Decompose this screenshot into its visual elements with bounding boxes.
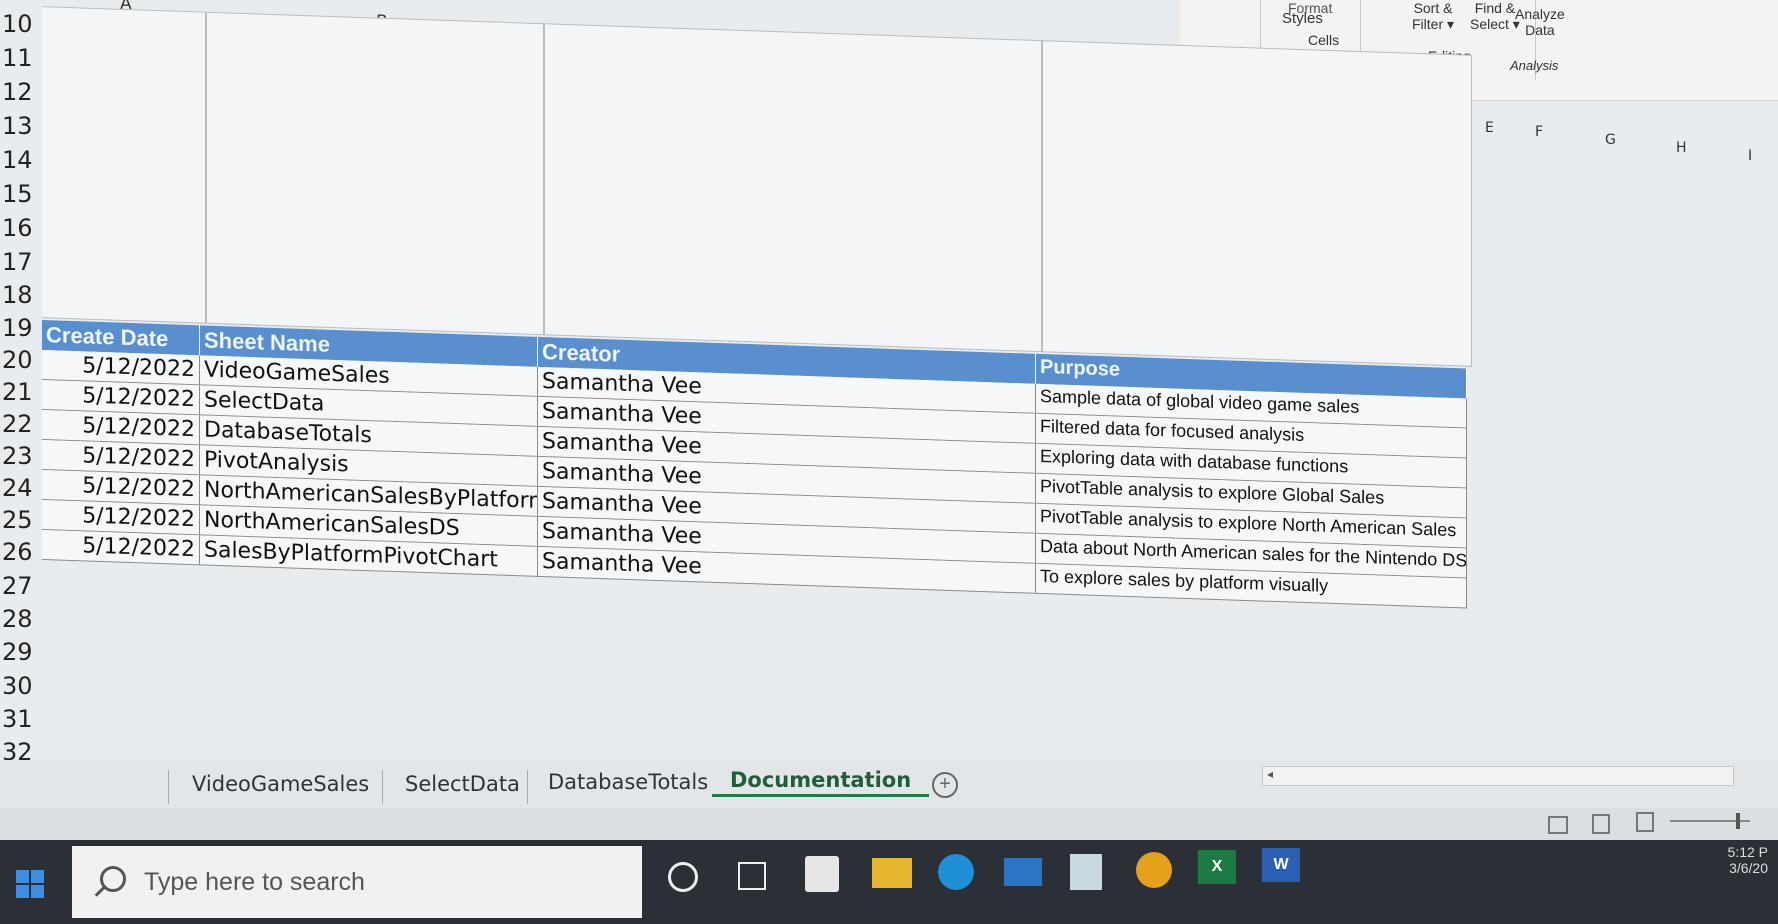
search-icon-handle [94,886,106,897]
chrome-icon[interactable] [1136,852,1172,888]
page-layout-view-icon[interactable] [1592,814,1610,834]
sheet-tab-bar: VideoGameSales SelectData DatabaseTotals… [0,760,1778,808]
column-header-i[interactable]: I [1748,148,1752,164]
row-header[interactable]: 25 [2,506,33,534]
tab-documentation[interactable]: Documentation [712,768,930,797]
row-header[interactable]: 30 [2,672,33,700]
grid-col-a[interactable] [38,6,206,324]
analyze-label: Analyze [1515,6,1565,22]
zoom-slider[interactable] [1670,813,1750,829]
row-header[interactable]: 23 [2,442,33,470]
column-header-e[interactable]: E [1485,120,1494,136]
data-label: Data [1525,22,1555,38]
row-header[interactable]: 31 [2,705,33,733]
sort-filter-button[interactable]: Sort & Filter ▾ [1412,0,1454,33]
add-sheet-icon[interactable]: + [932,772,958,798]
row-header[interactable]: 27 [2,572,33,600]
word-icon[interactable]: W [1262,848,1300,882]
cell-create-date[interactable]: 5/12/2022 [42,470,200,505]
row-header[interactable]: 12 [2,78,33,106]
row-header[interactable]: 10 [2,10,33,38]
format-button[interactable]: Format [1288,0,1332,16]
task-view-icon[interactable] [738,862,766,890]
app-icon[interactable] [1070,854,1102,890]
store-icon[interactable] [805,856,839,892]
excel-icon[interactable]: X [1198,850,1236,884]
grid-col-c[interactable] [544,23,1042,353]
windows-start-icon[interactable] [16,870,46,900]
column-header-f[interactable]: F [1535,124,1543,140]
filter-label: Filter [1412,16,1444,32]
horizontal-scrollbar[interactable]: ◂ [1262,766,1734,786]
column-header-h[interactable]: H [1676,140,1687,156]
row-header[interactable]: 26 [2,538,33,566]
row-header[interactable]: 21 [2,378,33,406]
grid-col-b[interactable] [206,11,544,336]
cell-create-date[interactable]: 5/12/2022 [42,410,200,445]
cell-create-date[interactable]: 5/12/2022 [42,350,200,385]
page-break-view-icon[interactable] [1636,812,1654,832]
analyze-data-button[interactable]: Analyze Data [1515,6,1565,38]
sort-label: Sort & [1413,0,1453,16]
row-header[interactable]: 11 [2,44,33,72]
cell-create-date[interactable]: 5/12/2022 [42,440,200,475]
row-header[interactable]: 13 [2,112,33,140]
row-header[interactable]: 19 [2,314,33,342]
row-header[interactable]: 15 [2,180,33,208]
row-headers: 10 11 12 13 14 15 16 17 18 19 20 21 22 2… [0,0,42,770]
windows-taskbar: Type here to search X W 5:12 P 3/6/20 [0,840,1778,924]
cell-create-date[interactable]: 5/12/2022 [42,380,200,415]
documentation-table: Create Date Sheet Name Creator Purpose 5… [42,320,1467,609]
analysis-group-label: Analysis [1510,58,1559,73]
row-header[interactable]: 16 [2,214,33,242]
clock-time: 5:12 P [1727,844,1768,860]
cortana-icon[interactable] [668,862,698,892]
cell-create-date[interactable]: 5/12/2022 [42,500,200,535]
scroll-left-icon[interactable]: ◂ [1267,767,1273,781]
clock-date: 3/6/20 [1729,860,1768,876]
row-header[interactable]: 20 [2,346,33,374]
row-header[interactable]: 28 [2,605,33,633]
find-select-button[interactable]: Find & Select ▾ [1470,0,1520,33]
cell-create-date[interactable]: 5/12/2022 [42,530,200,565]
zoom-slider-thumb[interactable] [1736,813,1740,829]
column-header-g[interactable]: G [1605,132,1616,148]
find-label: Find & [1474,0,1516,16]
row-header[interactable]: 24 [2,474,33,502]
system-tray[interactable]: 5:12 P 3/6/20 [1728,844,1768,876]
taskbar-search-box[interactable]: Type here to search [72,846,642,918]
normal-view-icon[interactable] [1548,816,1568,834]
file-explorer-icon[interactable] [872,858,912,888]
edge-icon[interactable] [938,854,974,890]
search-placeholder: Type here to search [144,868,365,896]
row-header[interactable]: 18 [2,281,33,309]
row-header[interactable]: 14 [2,146,33,174]
grid-col-d[interactable] [1042,40,1472,367]
tab-videogamesales[interactable]: VideoGameSales [192,772,369,796]
row-header[interactable]: 29 [2,638,33,666]
row-header[interactable]: 22 [2,410,33,438]
row-header[interactable]: 17 [2,248,33,276]
select-label: Select [1470,16,1509,32]
tab-selectdata[interactable]: SelectData [405,772,520,796]
mail-icon[interactable] [1004,858,1042,886]
tab-databasetotals[interactable]: DatabaseTotals [548,770,708,794]
